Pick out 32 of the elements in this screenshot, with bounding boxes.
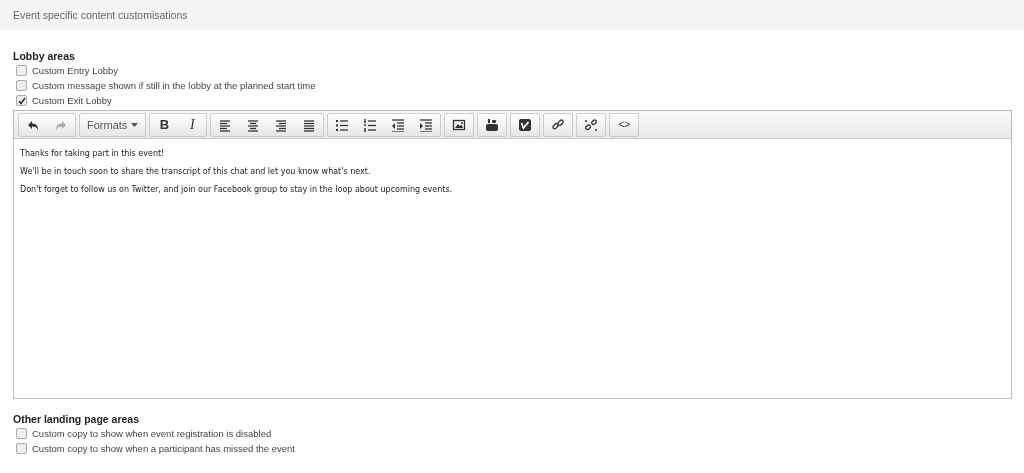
checkbox-label: Custom copy to show when event registration is disabled xyxy=(32,428,272,439)
checkbox-label: Custom Entry Lobby xyxy=(32,65,119,76)
bullets-icon xyxy=(335,117,350,132)
formats-dropdown[interactable]: Formats xyxy=(80,113,146,136)
image-icon xyxy=(452,117,467,132)
unlink-icon xyxy=(584,117,599,132)
section-heading: Other landing page areas xyxy=(13,412,141,426)
source-code-button[interactable]: <> xyxy=(610,113,639,136)
checkbox[interactable] xyxy=(16,65,27,76)
checkbox-label: Custom message shown if still in the lobby at the planned start time xyxy=(32,80,316,91)
link-icon xyxy=(551,117,566,132)
editor-paragraph: Don't forget to follow us on Twitter, and join our Facebook group to stay in the loop about upcoming events. xyxy=(20,184,454,196)
bold-button[interactable]: B xyxy=(150,113,179,136)
section-heading: Lobby areas xyxy=(13,49,76,63)
align-left-icon xyxy=(218,117,233,132)
checkbox-label: Custom copy to show when a participant has missed the event xyxy=(32,443,295,454)
section-title: Event specific content customisations xyxy=(13,9,188,21)
checkbox[interactable] xyxy=(16,443,27,454)
justify-icon xyxy=(302,117,317,132)
outdent-icon xyxy=(391,117,406,132)
align-center-icon xyxy=(246,117,261,132)
caret-icon xyxy=(131,122,139,127)
editor-paragraph: Thanks for taking part in this event! xyxy=(20,148,166,160)
numbers-icon xyxy=(363,117,378,132)
editor-paragraph: We'll be in touch soon to share the transcript of this chat and let you know what's next. xyxy=(20,166,372,178)
italic-button[interactable]: I xyxy=(178,113,207,136)
indent-icon xyxy=(419,117,434,132)
checkbox[interactable] xyxy=(16,95,27,106)
align-right-icon xyxy=(274,117,289,132)
checkbox[interactable] xyxy=(16,428,27,439)
checkbox[interactable] xyxy=(16,80,27,91)
checkbox-label: Custom Exit Lobby xyxy=(32,95,112,106)
